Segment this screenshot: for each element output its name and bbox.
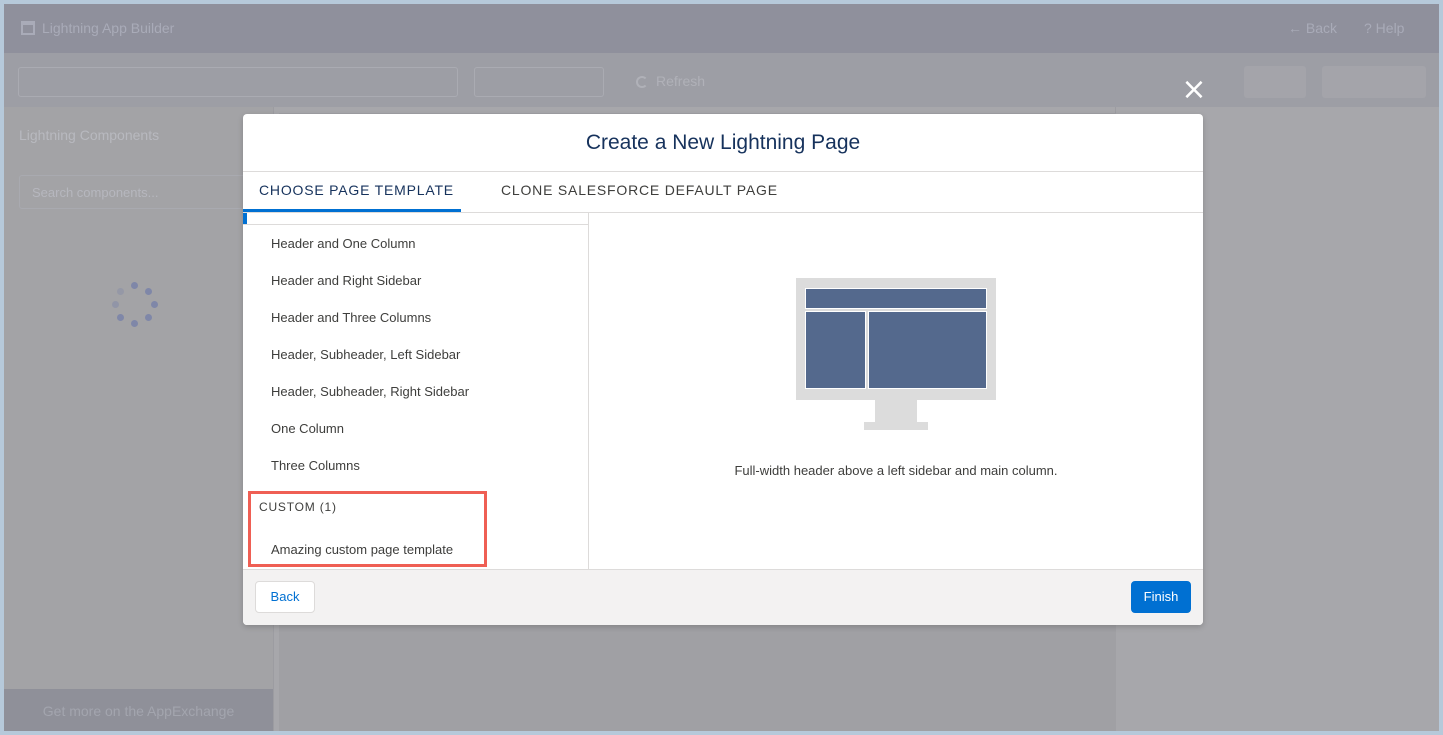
header-back-link[interactable]: ← Back <box>1288 20 1337 36</box>
list-divider <box>243 224 588 225</box>
search-components-input[interactable]: Search components... <box>19 175 255 209</box>
tab-choose-page-template[interactable]: CHOOSE PAGE TEMPLATE <box>259 182 454 198</box>
monitor-stand <box>875 400 917 422</box>
global-header: Lightning App Builder ← Back ? Help <box>4 4 1439 53</box>
refresh-button[interactable]: Refresh <box>636 73 705 89</box>
template-list: Header and One Column Header and Right S… <box>243 213 589 569</box>
template-item-header-three-columns[interactable]: Header and Three Columns <box>271 310 431 325</box>
template-item-one-column[interactable]: One Column <box>271 421 344 436</box>
appexchange-link[interactable]: Get more on the AppExchange <box>4 689 273 731</box>
components-panel: Lightning Components Search components..… <box>4 107 273 731</box>
template-item-header-subheader-left-sidebar[interactable]: Header, Subheader, Left Sidebar <box>271 347 460 362</box>
template-preview: Full-width header above a left sidebar a… <box>589 213 1203 569</box>
preview-header-region <box>805 288 987 309</box>
monitor-layout-icon <box>796 278 996 430</box>
monitor-base <box>864 422 928 430</box>
header-help-link[interactable]: ? Help <box>1364 20 1404 36</box>
loading-spinner-icon <box>112 282 158 328</box>
components-panel-title: Lightning Components <box>19 127 160 143</box>
back-button[interactable]: Back <box>255 581 315 613</box>
selected-marker <box>243 213 247 224</box>
modal-footer: Back Finish <box>243 569 1203 625</box>
refresh-label: Refresh <box>656 73 706 89</box>
template-item-header-subheader-right-sidebar[interactable]: Header, Subheader, Right Sidebar <box>271 384 469 399</box>
preview-sidebar-region <box>805 311 866 389</box>
refresh-icon <box>636 76 648 88</box>
new-page-modal: Create a New Lightning Page CHOOSE PAGE … <box>243 114 1203 625</box>
modal-tabs: CHOOSE PAGE TEMPLATE CLONE SALESFORCE DE… <box>243 172 1203 213</box>
tab-clone-salesforce-default-page[interactable]: CLONE SALESFORCE DEFAULT PAGE <box>501 182 778 198</box>
page-selector[interactable] <box>18 67 458 97</box>
view-selector[interactable] <box>474 67 604 97</box>
finish-button[interactable]: Finish <box>1131 581 1191 613</box>
template-item-header-right-sidebar[interactable]: Header and Right Sidebar <box>271 273 421 288</box>
app-title: Lightning App Builder <box>42 20 175 36</box>
activation-button[interactable] <box>1322 66 1426 98</box>
active-tab-indicator <box>243 209 461 212</box>
template-item-amazing-custom[interactable]: Amazing custom page template <box>271 542 453 557</box>
custom-section-heading: CUSTOM (1) <box>259 500 337 514</box>
app-builder-icon <box>21 21 35 35</box>
close-icon[interactable]: × <box>1180 75 1208 105</box>
modal-body: Header and One Column Header and Right S… <box>243 213 1203 569</box>
template-item-header-one-column[interactable]: Header and One Column <box>271 236 416 251</box>
save-button[interactable] <box>1244 66 1306 98</box>
monitor-screen <box>796 278 996 400</box>
template-item-three-columns[interactable]: Three Columns <box>271 458 360 473</box>
builder-toolbar: Refresh <box>4 53 1439 107</box>
modal-title: Create a New Lightning Page <box>243 114 1203 172</box>
template-description: Full-width header above a left sidebar a… <box>734 463 1058 478</box>
preview-main-region <box>868 311 987 389</box>
